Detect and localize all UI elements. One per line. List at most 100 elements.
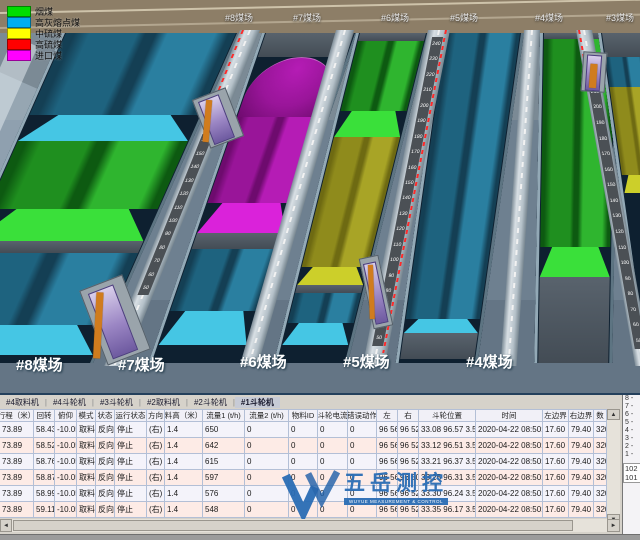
table-row[interactable]: 73.8958.99-10.05取料反向停止(右)1.4576000096 56… — [0, 486, 607, 502]
side-list-item[interactable]: 6 - — [623, 411, 640, 419]
col-header: 模式 — [77, 409, 96, 422]
table-cell: 停止 — [115, 422, 147, 438]
tab-#1斗轮机[interactable]: #1斗轮机 — [235, 397, 280, 408]
yard-label-bottom: #4煤场 — [466, 351, 513, 372]
table-cell: (右) — [147, 422, 165, 438]
side-list-item[interactable]: 7 - — [623, 403, 640, 411]
table-cell: 73.89 — [0, 502, 34, 518]
table-cell: 79.40 — [569, 502, 594, 518]
table-cell: 反向 — [96, 470, 115, 486]
pile-end-face — [0, 209, 158, 241]
yard-label-bottom: #7煤场 — [118, 354, 165, 375]
table-cell: 96 52 — [398, 422, 419, 438]
table-cell: 79.40 — [569, 422, 594, 438]
table-cell: 58.87 — [34, 470, 55, 486]
pile-end-face — [334, 111, 406, 137]
col-header: 俯仰 — [55, 409, 77, 422]
table-cell: 2020-04-22 08:50:34 — [476, 486, 543, 502]
table-row[interactable]: 73.8958.52-10.05取料反向停止(右)1.4642000096 56… — [0, 438, 607, 454]
table-cell: 58.43 — [34, 422, 55, 438]
legend-color-swatch — [7, 50, 31, 61]
tab-#2斗轮机[interactable]: #2斗轮机 — [188, 397, 233, 408]
coal-yard-3d-view: 1601501401301201101009080706050 24023022… — [0, 0, 640, 395]
table-cell: 320 — [594, 486, 607, 502]
table-cell: 反向 — [96, 502, 115, 518]
side-list-item[interactable]: 5 - — [623, 419, 640, 427]
scroll-up-button[interactable]: ▲ — [607, 409, 620, 420]
tab-#4取料机[interactable]: #4取料机 — [0, 397, 45, 408]
col-header: 数 — [594, 409, 607, 422]
col-header: 时间 — [476, 409, 543, 422]
table-cell: (右) — [147, 454, 165, 470]
vertical-scrollbar[interactable]: ▲ ▼ — [607, 409, 620, 525]
yard-label-bottom: #8煤场 — [16, 354, 63, 375]
table-cell: 73.89 — [0, 438, 34, 454]
coal-pile-高灰熔点煤 — [605, 57, 640, 87]
empty-pad — [538, 277, 610, 363]
col-header: 状态 — [96, 409, 115, 422]
table-cell: 0 — [245, 470, 289, 486]
table-cell: 2020-04-22 08:50:32 — [476, 422, 543, 438]
table-cell: 0 — [348, 438, 377, 454]
table-cell: 96 52 — [398, 438, 419, 454]
side-list-items: 8 -7 -6 -5 -4 -3 -2 -1 - — [623, 395, 640, 459]
side-list-item[interactable]: 8 - — [623, 395, 640, 403]
table-cell: 96 56 — [377, 502, 398, 518]
table-cell: 0 — [245, 454, 289, 470]
table-cell: 96 56 — [377, 454, 398, 470]
table-row[interactable]: 73.8958.87-10.05取料反向停止(右)1.4597000096 56… — [0, 470, 607, 486]
side-code-item: 102 — [624, 464, 640, 473]
table-cell: 0 — [289, 438, 318, 454]
side-list-panel: 8 -7 -6 -5 -4 -3 -2 -1 - 102101 — [622, 395, 640, 535]
pile-end-face — [18, 115, 200, 141]
horizontal-scroll-thumb[interactable] — [13, 520, 573, 531]
pile-end-face — [159, 311, 259, 345]
tab-#2取料机[interactable]: #2取料机 — [141, 397, 186, 408]
table-row[interactable]: 73.8958.76-10.05取料反向停止(右)1.4615000096 56… — [0, 454, 607, 470]
table-cell: 0 — [289, 454, 318, 470]
empty-pad — [295, 285, 363, 293]
legend-color-swatch — [7, 39, 31, 50]
table-cell: 0 — [245, 438, 289, 454]
table-cell: 33.08 96.57 3.58 — [419, 422, 476, 438]
pile-end-face — [540, 247, 611, 277]
table-row[interactable]: 73.8959.11-10.05取料反向停止(右)1.4548000096 56… — [0, 502, 607, 518]
table-cell: 反向 — [96, 438, 115, 454]
scroll-right-button[interactable]: ► — [607, 519, 620, 532]
col-header: 物料ID — [289, 409, 318, 422]
col-header: 斗轮位置 — [419, 409, 476, 422]
table-cell: 17.60 — [543, 422, 569, 438]
table-cell: 96 56 — [377, 422, 398, 438]
table-cell: 1.4 — [165, 502, 203, 518]
side-code-box: 102101 — [623, 463, 640, 483]
table-cell: 1.4 — [165, 470, 203, 486]
table-cell: 79.40 — [569, 486, 594, 502]
coal-yard-monitoring-screen: 1601501401301201101009080706050 24023022… — [0, 0, 640, 540]
side-list-item[interactable]: 1 - — [623, 451, 640, 459]
tab-#4斗轮机[interactable]: #4斗轮机 — [47, 397, 92, 408]
side-list-item[interactable]: 3 - — [623, 435, 640, 443]
side-list-item[interactable]: 2 - — [623, 443, 640, 451]
table-cell: 79.40 — [569, 438, 594, 454]
table-cell: 0 — [318, 470, 348, 486]
legend-color-swatch — [7, 17, 31, 28]
col-header: 右边界 — [569, 409, 594, 422]
table-cell: 0 — [348, 486, 377, 502]
scroll-left-button[interactable]: ◄ — [0, 519, 12, 532]
table-cell: 96 56 — [377, 486, 398, 502]
table-cell: 0 — [318, 438, 348, 454]
side-list-item[interactable]: 4 - — [623, 427, 640, 435]
empty-pad — [602, 33, 640, 57]
pile-body — [605, 57, 640, 87]
tab-#3斗轮机[interactable]: #3斗轮机 — [94, 397, 139, 408]
table-cell: 0 — [348, 454, 377, 470]
yard-label-top: #7煤场 — [293, 11, 321, 24]
table-cell: 0 — [318, 454, 348, 470]
col-header: 左 — [377, 409, 398, 422]
side-code-item: 101 — [624, 473, 640, 482]
table-row[interactable]: 73.8958.43-10.05取料反向停止(右)1.4650000096 56… — [0, 422, 607, 438]
table-cell: 1.4 — [165, 486, 203, 502]
table-cell: 58.99 — [34, 486, 55, 502]
table-cell: 0 — [289, 486, 318, 502]
table-cell: 96 56 — [377, 470, 398, 486]
